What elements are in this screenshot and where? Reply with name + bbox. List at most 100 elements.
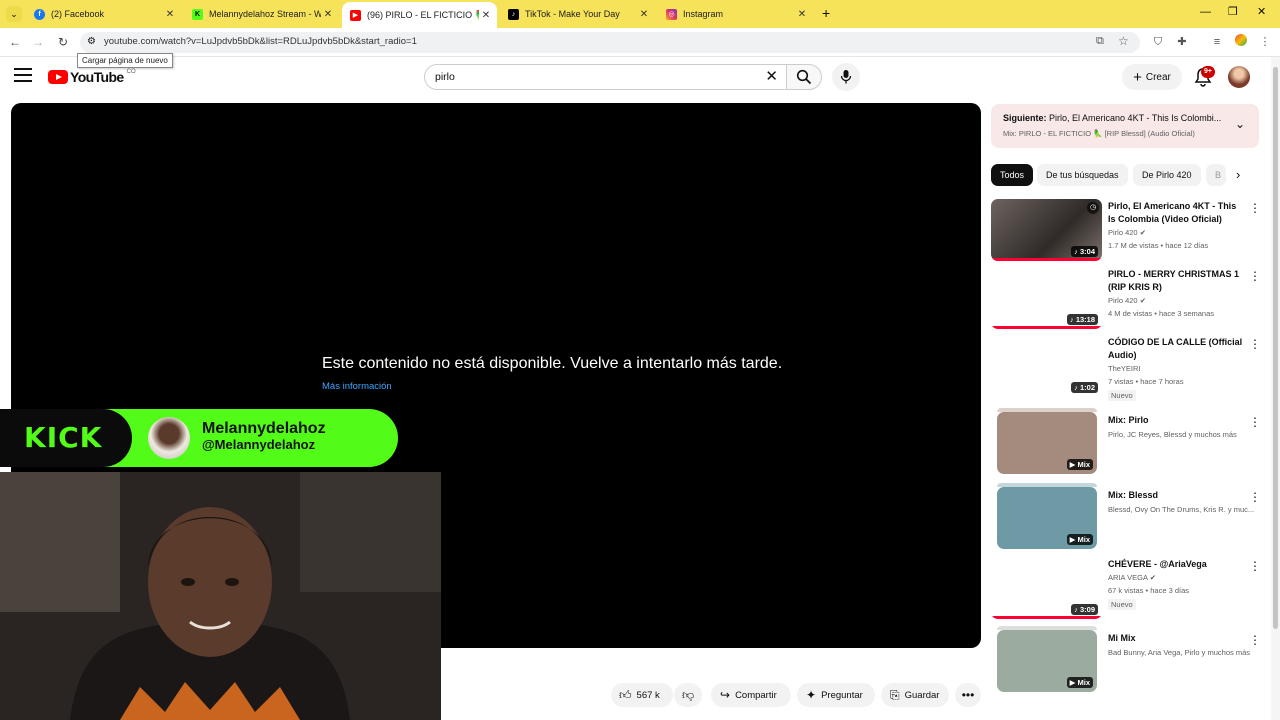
youtube-play-icon (48, 70, 68, 84)
profile-avatar-icon[interactable] (1233, 34, 1249, 50)
mix-title[interactable]: Mi Mix (1108, 632, 1245, 645)
scrollbar-thumb[interactable] (1273, 67, 1278, 629)
create-button[interactable]: + Crear (1122, 64, 1182, 90)
channel-name[interactable]: Pirlo 420 ✔ (1108, 296, 1146, 305)
kick-icon: K (192, 8, 203, 20)
more-info-link[interactable]: Más información (322, 381, 392, 392)
like-count: 567 k (636, 689, 660, 701)
tab-kick-stream[interactable]: K Melannydelahoz Stream - Watc ✕ (184, 2, 339, 26)
bookmark-star-icon[interactable]: ☆ (1118, 34, 1129, 48)
video-stats: 1.7 M de vistas • hace 12 días (1108, 241, 1209, 250)
tab-youtube[interactable]: ▶ (96) PIRLO - EL FICTICIO 🦜 [R ✕ (342, 2, 497, 28)
video-stats: 67 k vistas • hace 3 días (1108, 586, 1190, 595)
mix-thumbnail[interactable]: ▶ Mix (997, 487, 1097, 549)
chip-from-searches[interactable]: De tus búsquedas (1037, 164, 1128, 186)
chip-more[interactable]: B (1206, 164, 1226, 186)
recommendation-item[interactable]: ◷ ♪ 3:04 Pirlo, El Americano 4KT - This … (991, 199, 1261, 265)
channel-name[interactable]: TheYEIRI (1108, 364, 1141, 373)
webcam-feed (0, 472, 441, 720)
mix-thumbnail[interactable]: ▶ Mix (997, 630, 1097, 692)
video-title[interactable]: PIRLO - MERRY CHRISTMAS 1 (RIP KRIS R) (1108, 268, 1245, 294)
tab-search-chevron[interactable]: ⌄ (6, 6, 22, 22)
more-options-icon[interactable]: ⋮ (1249, 490, 1261, 504)
page-scrollbar[interactable] (1271, 57, 1280, 720)
url-text[interactable]: youtube.com/watch?v=LuJpdvb5bDk&list=RDL… (104, 36, 417, 47)
up-next-label: Siguiente: Pirlo, El Americano 4KT - Thi… (1003, 113, 1228, 123)
mix-title[interactable]: Mix: Pirlo (1108, 414, 1245, 427)
share-button[interactable]: ↪ Compartir (711, 683, 791, 707)
menu-icon[interactable] (14, 68, 32, 82)
mix-item[interactable]: ▶ Mix Mix: Blessd Blessd, Ovy On The Dru… (991, 483, 1261, 549)
more-options-icon[interactable]: ⋮ (1249, 269, 1261, 283)
search-box[interactable]: pirlo ✕ (424, 64, 786, 90)
channel-name[interactable]: ARIA VEGA ✔ (1108, 573, 1156, 582)
close-window-button[interactable]: ✕ (1257, 5, 1266, 18)
ask-button[interactable]: ✦ Preguntar (797, 683, 875, 707)
mix-title[interactable]: Mix: Blessd (1108, 489, 1245, 502)
recommendation-item[interactable]: ♪ 1:02 CÓDIGO DE LA CALLE (Official Audi… (991, 335, 1261, 401)
mix-thumbnail[interactable]: ▶ Mix (997, 412, 1097, 474)
voice-search-button[interactable] (832, 63, 860, 91)
save-button[interactable]: ⎘ Guardar (881, 683, 949, 707)
recommendation-item[interactable]: ♪ 13:18 PIRLO - MERRY CHRISTMAS 1 (RIP K… (991, 267, 1261, 333)
more-actions-button[interactable]: ••• (955, 683, 981, 707)
media-controls-icon[interactable]: ≡ (1209, 34, 1225, 50)
video-thumbnail[interactable]: ♪ 3:09 (991, 557, 1102, 619)
watch-later-icon[interactable]: ◷ (1087, 202, 1099, 214)
duration-badge: ♪ 1:02 (1071, 382, 1098, 393)
video-thumbnail[interactable]: ♪ 13:18 (991, 267, 1102, 329)
more-options-icon[interactable]: ⋮ (1249, 633, 1261, 647)
more-options-icon[interactable]: ⋮ (1249, 415, 1261, 429)
maximize-button[interactable]: ❐ (1228, 5, 1238, 18)
video-title[interactable]: CHÉVERE - @AriaVega (1108, 558, 1245, 571)
mix-item[interactable]: ▶ Mix Mi Mix Bad Bunny, Aria Vega, Pirlo… (991, 626, 1261, 692)
video-title[interactable]: CÓDIGO DE LA CALLE (Official Audio) (1108, 336, 1245, 362)
kick-stream-banner: KICK Melannydelahoz @Melannydelahoz (0, 409, 398, 467)
mix-item[interactable]: ▶ Mix Mix: Pirlo Pirlo, JC Reyes, Blessd… (991, 408, 1261, 474)
account-avatar[interactable] (1228, 66, 1250, 88)
close-icon[interactable]: ✕ (163, 9, 177, 20)
shield-icon[interactable]: ⛉ (1150, 34, 1166, 50)
close-icon[interactable]: ✕ (479, 10, 493, 21)
like-button[interactable]: 👍︎ 567 k (611, 683, 673, 707)
clear-search-icon[interactable]: ✕ (765, 68, 778, 86)
video-thumbnail[interactable]: ♪ 1:02 (991, 335, 1102, 397)
more-options-icon[interactable]: ⋮ (1249, 559, 1261, 573)
forward-arrow-icon[interactable]: → (30, 34, 46, 50)
tab-facebook[interactable]: f (2) Facebook ✕ (26, 2, 181, 26)
close-icon[interactable]: ✕ (637, 9, 651, 20)
chip-all[interactable]: Todos (991, 164, 1034, 186)
dislike-button[interactable]: 👎︎ (674, 683, 702, 707)
extensions-icon[interactable]: ✚ (1174, 34, 1190, 50)
up-next-mix: Mix: PIRLO - EL FICTICIO 🦜 [RIP Blessd] … (1003, 129, 1195, 138)
recommendation-item[interactable]: ♪ 3:09 CHÉVERE - @AriaVega ARIA VEGA ✔ 6… (991, 557, 1261, 623)
more-options-icon[interactable]: ⋮ (1249, 201, 1261, 215)
chevron-down-icon[interactable]: ⌄ (1235, 117, 1245, 131)
new-badge: Nuevo (1108, 390, 1136, 401)
channel-name[interactable]: Pirlo 420 ✔ (1108, 228, 1146, 237)
video-title[interactable]: Pirlo, El Americano 4KT - This Is Colomb… (1108, 200, 1245, 226)
new-tab-button[interactable]: + (822, 5, 830, 21)
chevron-right-icon[interactable]: › (1236, 167, 1240, 182)
tab-instagram[interactable]: ◎ Instagram ✕ (658, 2, 813, 26)
install-app-icon[interactable]: ⧉ (1096, 35, 1104, 48)
back-arrow-icon[interactable]: ← (7, 34, 23, 50)
video-thumbnail[interactable]: ◷ ♪ 3:04 (991, 199, 1102, 261)
browser-menu-icon[interactable]: ⋮ (1257, 34, 1273, 50)
tab-tiktok[interactable]: ♪ TikTok - Make Your Day ✕ (500, 2, 655, 26)
search-input[interactable]: pirlo (435, 71, 455, 83)
close-icon[interactable]: ✕ (321, 9, 335, 20)
up-next-prefix: Siguiente: (1003, 113, 1047, 123)
close-icon[interactable]: ✕ (795, 9, 809, 20)
reload-icon[interactable]: ↻ (55, 34, 71, 50)
address-bar[interactable]: ⚙ youtube.com/watch?v=LuJpdvb5bDk&list=R… (80, 32, 1140, 53)
chip-from-pirlo[interactable]: De Pirlo 420 (1133, 164, 1201, 186)
youtube-logo[interactable]: YouTube CO (48, 69, 136, 85)
minimize-button[interactable]: — (1200, 6, 1211, 18)
up-next-card[interactable]: Siguiente: Pirlo, El Americano 4KT - Thi… (991, 104, 1259, 148)
up-next-title: Pirlo, El Americano 4KT - This Is Colomb… (1049, 113, 1222, 123)
search-button[interactable] (786, 64, 822, 90)
more-options-icon[interactable]: ⋮ (1249, 337, 1261, 351)
site-settings-icon[interactable]: ⚙ (87, 36, 96, 47)
kick-logo: KICK (24, 421, 103, 454)
